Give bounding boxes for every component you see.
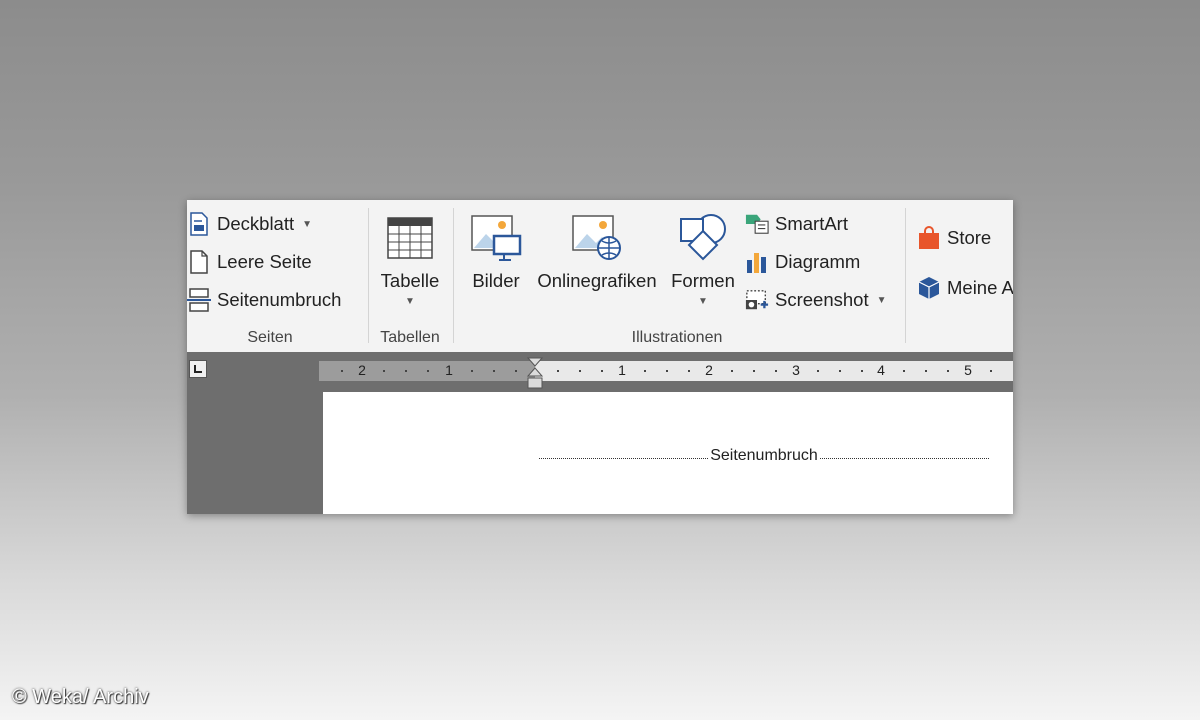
ruler-tick bbox=[471, 370, 473, 372]
chevron-down-icon: ▼ bbox=[876, 294, 887, 306]
chevron-down-icon: ▼ bbox=[405, 296, 415, 307]
ruler-tick bbox=[579, 370, 581, 372]
page-break-text: Seitenumbruch bbox=[710, 447, 818, 464]
ruler-number: 3 bbox=[792, 362, 800, 378]
ruler-tick bbox=[775, 370, 777, 372]
dotted-line bbox=[819, 457, 989, 459]
ruler-number: 4 bbox=[877, 362, 885, 378]
chevron-down-icon: ▼ bbox=[302, 218, 313, 230]
ruler-tick bbox=[515, 370, 517, 372]
deckblatt-label: Deckblatt bbox=[217, 213, 295, 234]
store-button[interactable]: Store bbox=[917, 223, 991, 253]
diagramm-label: Diagramm bbox=[775, 251, 861, 272]
ruler-tick bbox=[688, 370, 690, 372]
ruler-tick bbox=[817, 370, 819, 372]
pictures-icon bbox=[470, 212, 522, 264]
seitenumbruch-button[interactable]: Seitenumbruch bbox=[187, 285, 341, 315]
ruler-tick bbox=[839, 370, 841, 372]
ruler-tick bbox=[753, 370, 755, 372]
ruler-tick bbox=[947, 370, 949, 372]
ruler-tick bbox=[405, 370, 407, 372]
left-tab-icon bbox=[194, 365, 202, 373]
onlinegrafiken-button[interactable]: Onlinegrafiken bbox=[533, 204, 661, 292]
ruler-tick bbox=[601, 370, 603, 372]
ruler-tick bbox=[861, 370, 863, 372]
tab-selector[interactable] bbox=[189, 360, 207, 378]
ruler-tick bbox=[990, 370, 992, 372]
ruler-tick bbox=[644, 370, 646, 372]
ruler-number: 5 bbox=[964, 362, 972, 378]
group-label-illustrationen: Illustrationen bbox=[631, 329, 723, 346]
ruler-tick bbox=[427, 370, 429, 372]
document-page[interactable]: Seitenumbruch ¶ bbox=[323, 392, 1013, 514]
blank-page-icon bbox=[187, 250, 211, 274]
screenshot-label: Screenshot bbox=[775, 289, 869, 310]
smartart-icon bbox=[745, 212, 769, 236]
group-separator bbox=[368, 208, 369, 343]
bilder-button[interactable]: Bilder bbox=[467, 204, 525, 292]
ruler-tick bbox=[666, 370, 668, 372]
formen-label: Formen bbox=[671, 270, 735, 291]
page-break-icon bbox=[187, 288, 211, 312]
word-window-crop: Deckblatt ▼ Leere Seite Seitenumbruch Se… bbox=[187, 200, 1013, 514]
group-separator bbox=[453, 208, 454, 343]
document-area: 2 1 1 2 3 4 5 Seitenumbruch bbox=[187, 352, 1013, 514]
ruler-tick bbox=[341, 370, 343, 372]
ruler-tick bbox=[557, 370, 559, 372]
ruler-tick bbox=[925, 370, 927, 372]
store-icon bbox=[917, 226, 941, 250]
ruler-tick bbox=[903, 370, 905, 372]
tabelle-button[interactable]: Tabelle ▼ bbox=[375, 204, 445, 307]
group-label-tabellen: Tabellen bbox=[380, 329, 440, 346]
horizontal-ruler[interactable]: 2 1 1 2 3 4 5 bbox=[319, 357, 1013, 389]
screenshot-icon bbox=[745, 288, 769, 312]
shapes-icon bbox=[677, 212, 729, 264]
group-separator bbox=[905, 208, 906, 343]
my-addins-icon bbox=[917, 276, 941, 300]
ribbon-insert-tab: Deckblatt ▼ Leere Seite Seitenumbruch Se… bbox=[187, 200, 1013, 352]
smartart-button[interactable]: SmartArt bbox=[745, 209, 848, 239]
online-pictures-icon bbox=[571, 212, 623, 264]
ruler-number: 1 bbox=[445, 362, 453, 378]
ruler-number: 2 bbox=[358, 362, 366, 378]
leere-seite-label: Leere Seite bbox=[217, 251, 312, 272]
dotted-line bbox=[539, 457, 709, 459]
leere-seite-button[interactable]: Leere Seite bbox=[187, 247, 312, 277]
diagramm-button[interactable]: Diagramm bbox=[745, 247, 860, 277]
table-icon bbox=[384, 212, 436, 264]
copyright-notice: © Weka/ Archiv bbox=[12, 686, 149, 708]
ruler-tick bbox=[731, 370, 733, 372]
formen-button[interactable]: Formen ▼ bbox=[669, 204, 737, 307]
ruler-text-area bbox=[535, 361, 1013, 381]
screenshot-button[interactable]: Screenshot ▼ bbox=[745, 285, 887, 315]
meine-addins-button[interactable]: Meine A bbox=[917, 273, 1013, 303]
ruler-tick bbox=[383, 370, 385, 372]
chart-icon bbox=[745, 250, 769, 274]
bilder-label: Bilder bbox=[472, 270, 520, 291]
deckblatt-button[interactable]: Deckblatt ▼ bbox=[187, 209, 312, 239]
page-break-marker: Seitenumbruch bbox=[539, 446, 989, 466]
tabelle-label: Tabelle bbox=[380, 270, 440, 291]
cover-page-icon bbox=[187, 212, 211, 236]
store-label: Store bbox=[947, 227, 992, 248]
ruler-number: 1 bbox=[618, 362, 626, 378]
seitenumbruch-label: Seitenumbruch bbox=[217, 289, 342, 310]
meine-addins-label: Meine A bbox=[947, 277, 1013, 298]
chevron-down-icon: ▼ bbox=[698, 296, 708, 307]
indent-marker-icon[interactable] bbox=[527, 357, 543, 391]
ruler-number: 2 bbox=[705, 362, 713, 378]
smartart-label: SmartArt bbox=[775, 213, 848, 234]
onlinegrafiken-label: Onlinegrafiken bbox=[537, 270, 657, 291]
group-label-seiten: Seiten bbox=[247, 329, 293, 346]
ruler-tick bbox=[493, 370, 495, 372]
